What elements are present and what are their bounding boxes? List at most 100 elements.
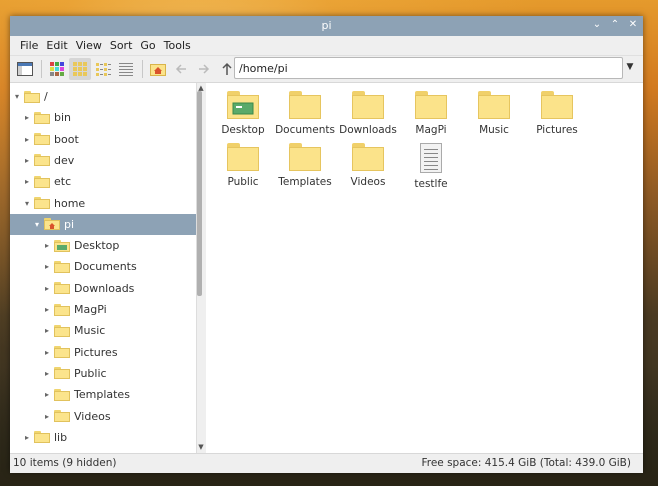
- folder-icon: [289, 143, 321, 171]
- back-button[interactable]: [170, 58, 192, 80]
- collapsed-arrow-icon[interactable]: ▸: [42, 305, 52, 314]
- file-item-magpi[interactable]: MagPi: [399, 91, 463, 136]
- folder-icon: [34, 154, 50, 167]
- file-item-desktop[interactable]: Desktop: [211, 91, 275, 136]
- expanded-arrow-icon[interactable]: ▾: [32, 220, 42, 229]
- tree-item-label: Desktop: [74, 239, 120, 253]
- maximize-button[interactable]: ⌃: [609, 18, 621, 32]
- tree-item-label: Music: [74, 324, 106, 338]
- file-item-documents[interactable]: Documents: [273, 91, 337, 136]
- tree-item-label: Public: [74, 366, 107, 380]
- minimize-button[interactable]: ⌄: [591, 18, 603, 32]
- folder-icon: [227, 143, 259, 171]
- home-folder-icon: [44, 218, 60, 231]
- file-item-label: Desktop: [221, 124, 265, 136]
- tree-item-desktop[interactable]: ▸ Desktop: [10, 235, 196, 256]
- file-item-downloads[interactable]: Downloads: [336, 91, 400, 136]
- folder-icon: [34, 175, 50, 188]
- tree-item-label: boot: [54, 132, 79, 146]
- tree-item-downloads[interactable]: ▸ Downloads: [10, 278, 196, 299]
- file-item-videos[interactable]: Videos: [336, 143, 400, 188]
- toolbar-separator: [41, 60, 42, 78]
- address-bar[interactable]: [234, 57, 623, 79]
- home-folder-icon: [150, 64, 166, 76]
- collapsed-arrow-icon[interactable]: ▸: [22, 113, 32, 122]
- menu-edit[interactable]: Edit: [42, 39, 71, 52]
- tree-item-magpi[interactable]: ▸ MagPi: [10, 299, 196, 320]
- tree-item-pictures[interactable]: ▸ Pictures: [10, 342, 196, 363]
- compact-view-button[interactable]: [92, 58, 114, 80]
- collapsed-arrow-icon[interactable]: ▸: [42, 284, 52, 293]
- folder-icon: [54, 324, 70, 337]
- tree-item-label: MagPi: [74, 303, 107, 316]
- expanded-arrow-icon[interactable]: ▾: [12, 92, 22, 101]
- close-button[interactable]: ✕: [627, 18, 639, 32]
- folder-icon: [415, 91, 447, 119]
- collapsed-arrow-icon[interactable]: ▸: [42, 412, 52, 421]
- collapsed-arrow-icon[interactable]: ▸: [22, 135, 32, 144]
- thumbnail-view-button[interactable]: [46, 58, 68, 80]
- collapsed-arrow-icon[interactable]: ▸: [42, 369, 52, 378]
- tree-item-label: /: [44, 90, 48, 103]
- folder-icon: [34, 111, 50, 124]
- collapsed-arrow-icon[interactable]: ▸: [22, 433, 32, 442]
- menu-tools[interactable]: Tools: [160, 39, 195, 52]
- folder-icon: [352, 143, 384, 171]
- tree-item-root[interactable]: ▾ /: [10, 86, 196, 107]
- icon-view-icon: [73, 62, 87, 76]
- scroll-down-arrow-icon[interactable]: ▼: [196, 443, 206, 451]
- file-item-public[interactable]: Public: [211, 143, 275, 188]
- file-item-music[interactable]: Music: [462, 91, 526, 136]
- status-bar: 10 items (9 hidden) Free space: 415.4 Gi…: [10, 453, 643, 473]
- menu-view[interactable]: View: [72, 39, 106, 52]
- icon-view-button[interactable]: [69, 58, 91, 80]
- folder-icon: [34, 133, 50, 146]
- tree-scrollbar[interactable]: [197, 91, 202, 296]
- tree-item-templates[interactable]: ▸ Templates: [10, 384, 196, 405]
- tree-item-pi[interactable]: ▾ pi: [10, 213, 196, 235]
- tree-item-public[interactable]: ▸ Public: [10, 363, 196, 384]
- up-arrow-icon: [222, 62, 232, 75]
- thumbnail-view-icon: [50, 62, 64, 76]
- tree-item-home[interactable]: ▾ home: [10, 193, 196, 214]
- menu-sort[interactable]: Sort: [106, 39, 137, 52]
- tree-item-label: dev: [54, 153, 75, 167]
- menu-file[interactable]: File: [16, 39, 42, 52]
- file-item-templates[interactable]: Templates: [273, 143, 337, 188]
- collapsed-arrow-icon[interactable]: ▸: [42, 390, 52, 399]
- tree-item-music[interactable]: ▸ Music: [10, 320, 196, 341]
- chevron-down-icon[interactable]: ▼: [624, 62, 636, 74]
- tree-item-documents[interactable]: ▸ Documents: [10, 256, 196, 277]
- tree-item-label: etc: [54, 175, 72, 189]
- collapsed-arrow-icon[interactable]: ▸: [42, 348, 52, 357]
- tree-item-lib[interactable]: ▸ lib: [10, 427, 196, 448]
- collapsed-arrow-icon[interactable]: ▸: [22, 156, 32, 165]
- file-item-testlfe[interactable]: testlfe: [399, 143, 463, 190]
- folder-icon: [54, 367, 70, 380]
- file-item-label: MagPi: [415, 124, 447, 136]
- toggle-sidebar-button[interactable]: [14, 58, 36, 80]
- expanded-arrow-icon[interactable]: ▾: [22, 199, 32, 208]
- tree-item-boot[interactable]: ▸ boot: [10, 129, 196, 150]
- collapsed-arrow-icon[interactable]: ▸: [42, 262, 52, 271]
- file-item-pictures[interactable]: Pictures: [525, 91, 589, 136]
- address-input[interactable]: [235, 58, 611, 78]
- directory-tree: ▾ / ▸ bin ▸ boot ▸ dev ▸ etc ▾ home ▾ pi ▸ Desktop ▸ Docu…: [10, 83, 196, 453]
- tree-item-videos[interactable]: ▸ Videos: [10, 406, 196, 427]
- menu-go[interactable]: Go: [136, 39, 159, 52]
- tree-item-dev[interactable]: ▸ dev: [10, 150, 196, 171]
- folder-icon: [352, 91, 384, 119]
- tree-item-etc[interactable]: ▸ etc: [10, 171, 196, 192]
- home-button[interactable]: [147, 58, 169, 80]
- file-item-label: Music: [479, 124, 509, 136]
- forward-arrow-icon: [199, 64, 210, 74]
- tree-item-label: Documents: [74, 260, 137, 274]
- title-bar[interactable]: pi ⌄ ⌃ ✕: [10, 16, 643, 36]
- collapsed-arrow-icon[interactable]: ▸: [42, 326, 52, 335]
- collapsed-arrow-icon[interactable]: ▸: [42, 241, 52, 250]
- list-view-button[interactable]: [115, 58, 137, 80]
- tree-item-bin[interactable]: ▸ bin: [10, 107, 196, 128]
- collapsed-arrow-icon[interactable]: ▸: [22, 177, 32, 186]
- tree-item-label: bin: [54, 111, 72, 125]
- forward-button[interactable]: [193, 58, 215, 80]
